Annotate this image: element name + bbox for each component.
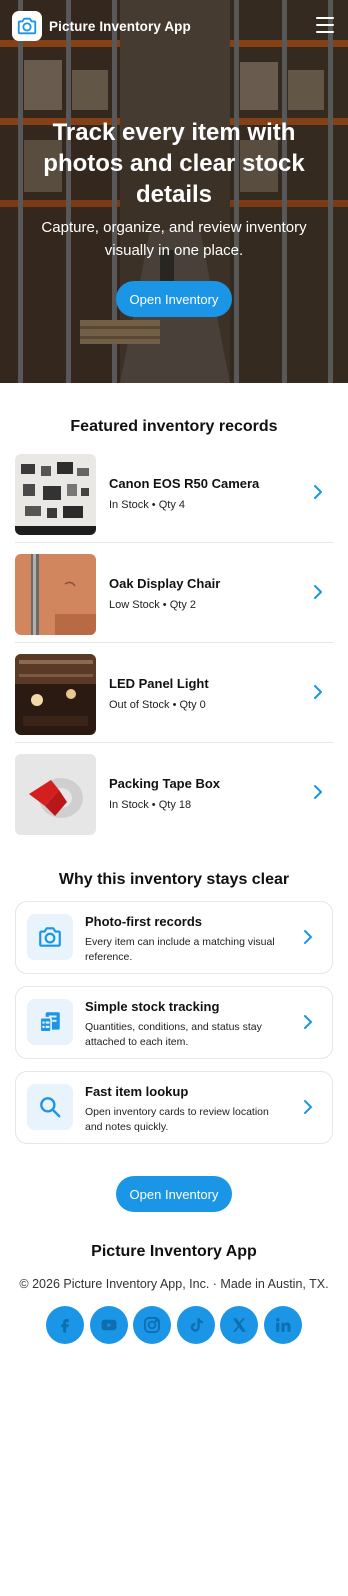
- card-title: Simple stock tracking: [85, 999, 220, 1014]
- chevron-right-icon[interactable]: [302, 1099, 314, 1115]
- item-thumbnail: [15, 754, 96, 835]
- list-item[interactable]: Packing Tape Box In Stock • Qty 18: [15, 743, 333, 843]
- item-thumbnail: [15, 654, 96, 735]
- hero-title: Track every item with photos and clear s…: [43, 119, 305, 208]
- brand-name[interactable]: Picture Inventory App: [49, 19, 191, 34]
- item-thumbnail: [15, 554, 96, 635]
- card-title: Photo-first records: [85, 914, 203, 929]
- chevron-right-icon[interactable]: [311, 583, 325, 601]
- card-description: Open inventory cards to review location …: [85, 1106, 269, 1133]
- chevron-right-icon[interactable]: [302, 1014, 314, 1030]
- linkedin-icon[interactable]: [263, 1306, 302, 1344]
- item-name: Canon EOS R50 Camera: [109, 476, 260, 491]
- top-bar: Picture Inventory App: [12, 10, 336, 42]
- x-icon[interactable]: [220, 1306, 259, 1344]
- item-stock-status: In Stock • Qty 18: [109, 799, 192, 811]
- feature-card-item-lookup[interactable]: Fast item lookup Open inventory cards to…: [15, 1071, 333, 1144]
- camera-icon: [39, 927, 61, 947]
- instagram-icon[interactable]: [133, 1306, 172, 1344]
- item-stock-status: Low Stock • Qty 2: [109, 599, 196, 611]
- card-title: Fast item lookup: [85, 1084, 189, 1099]
- card-description: Every item can include a matching visual…: [85, 936, 275, 963]
- list-item[interactable]: Canon EOS R50 Camera In Stock • Qty 4: [15, 443, 333, 543]
- app-logo[interactable]: [12, 11, 42, 41]
- hero-section: Picture Inventory App Track every item w…: [0, 0, 348, 383]
- facebook-icon[interactable]: [46, 1306, 84, 1344]
- item-stock-status: Out of Stock • Qty 0: [109, 699, 206, 711]
- chevron-right-icon[interactable]: [311, 483, 325, 501]
- why-title: Why this inventory stays clear: [58, 871, 290, 888]
- footer-copyright: © 2026 Picture Inventory App, Inc. · Mad…: [19, 1277, 329, 1291]
- card-icon-box: [27, 1084, 73, 1130]
- feature-card-photo-first[interactable]: Photo-first records Every item can inclu…: [15, 901, 333, 974]
- hero-subtitle: Capture, organize, and review inventory …: [41, 219, 307, 259]
- item-name: Packing Tape Box: [109, 776, 221, 791]
- footer-brand: Picture Inventory App: [91, 1243, 257, 1260]
- chevron-right-icon[interactable]: [311, 783, 325, 801]
- search-icon: [40, 1097, 61, 1118]
- camera-icon: [17, 17, 37, 35]
- feature-card-stock-tracking[interactable]: Simple stock tracking Quantities, condit…: [15, 986, 333, 1059]
- list-document-icon: [39, 1012, 60, 1033]
- item-name: Oak Display Chair: [109, 576, 221, 591]
- youtube-icon[interactable]: [89, 1306, 128, 1344]
- chevron-right-icon[interactable]: [302, 929, 314, 945]
- open-inventory-button[interactable]: Open Inventory: [116, 281, 232, 317]
- card-icon-box: [27, 914, 73, 960]
- tiktok-icon[interactable]: [176, 1306, 215, 1344]
- card-icon-box: [27, 999, 73, 1045]
- item-stock-status: In Stock • Qty 4: [109, 499, 185, 511]
- chevron-right-icon[interactable]: [311, 683, 325, 701]
- list-item[interactable]: LED Panel Light Out of Stock • Qty 0: [15, 643, 333, 743]
- item-name: LED Panel Light: [109, 676, 209, 691]
- social-links: [46, 1306, 302, 1344]
- card-description: Quantities, conditions, and status stay …: [85, 1021, 262, 1048]
- featured-title: Featured inventory records: [70, 418, 278, 435]
- item-thumbnail: [15, 454, 96, 535]
- list-item[interactable]: Oak Display Chair Low Stock • Qty 2: [15, 543, 333, 643]
- open-inventory-button-secondary[interactable]: Open Inventory: [116, 1176, 232, 1212]
- hamburger-menu-icon[interactable]: [316, 17, 334, 33]
